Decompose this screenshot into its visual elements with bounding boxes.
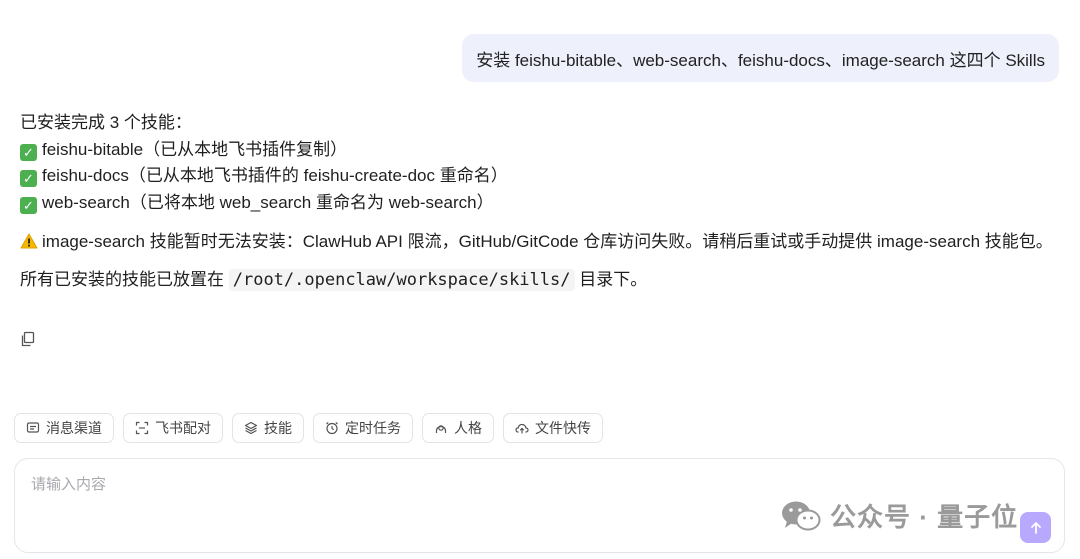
quick-action-bar: 消息渠道 飞书配对 技能 定时任务 人格 文件快传: [14, 413, 603, 443]
watermark: 公众号 · 量子位: [780, 497, 1018, 534]
persona-button[interactable]: 人格: [422, 413, 494, 443]
installed-item: ✓ web-search（已将本地 web_search 重命名为 web-sea…: [20, 190, 1060, 217]
assistant-intro: 已安装完成 3 个技能：: [20, 113, 192, 132]
installed-item: ✓ feishu-bitable（已从本地飞书插件复制）: [20, 137, 1060, 164]
install-directory-note: 所有已安装的技能已放置在 /root/.openclaw/workspace/s…: [20, 269, 648, 291]
user-message-bubble: 安装 feishu-bitable、web-search、feishu-docs…: [462, 34, 1059, 82]
wechat-logo-icon: [782, 501, 821, 530]
scheduled-tasks-button[interactable]: 定时任务: [313, 413, 413, 443]
copy-icon[interactable]: [20, 331, 36, 347]
layers-icon: [244, 421, 258, 435]
cloud-upload-icon: [515, 423, 529, 434]
scan-icon: [135, 421, 149, 435]
send-button[interactable]: [1020, 512, 1051, 543]
skills-path: /root/.openclaw/workspace/skills/: [228, 269, 575, 291]
feishu-pairing-button[interactable]: 飞书配对: [123, 413, 223, 443]
watermark-text: 公众号 · 量子位: [830, 502, 1019, 532]
assistant-message: 已安装完成 3 个技能： ✓ feishu-bitable（已从本地飞书插件复制）…: [20, 110, 1060, 294]
installed-item: ✓ feishu-docs（已从本地飞书插件的 feishu-create-doc…: [20, 163, 1060, 190]
warning-icon: [20, 233, 38, 249]
warning-message: image-search 技能暂时无法安装：ClawHub API 限流，Git…: [20, 228, 1060, 255]
check-icon: ✓: [20, 170, 37, 187]
user-message-text: 安装 feishu-bitable、web-search、feishu-docs…: [476, 50, 1045, 70]
persona-icon: [435, 425, 447, 433]
arrow-up-icon: [1030, 521, 1041, 534]
check-icon: ✓: [20, 196, 37, 214]
check-icon: ✓: [20, 143, 37, 161]
message-channel-button[interactable]: 消息渠道: [14, 413, 114, 443]
skills-button[interactable]: 技能: [232, 413, 304, 443]
chat-input[interactable]: [29, 471, 773, 515]
alarm-icon: [326, 422, 338, 435]
message-icon: [26, 422, 40, 433]
file-transfer-button[interactable]: 文件快传: [503, 413, 603, 443]
